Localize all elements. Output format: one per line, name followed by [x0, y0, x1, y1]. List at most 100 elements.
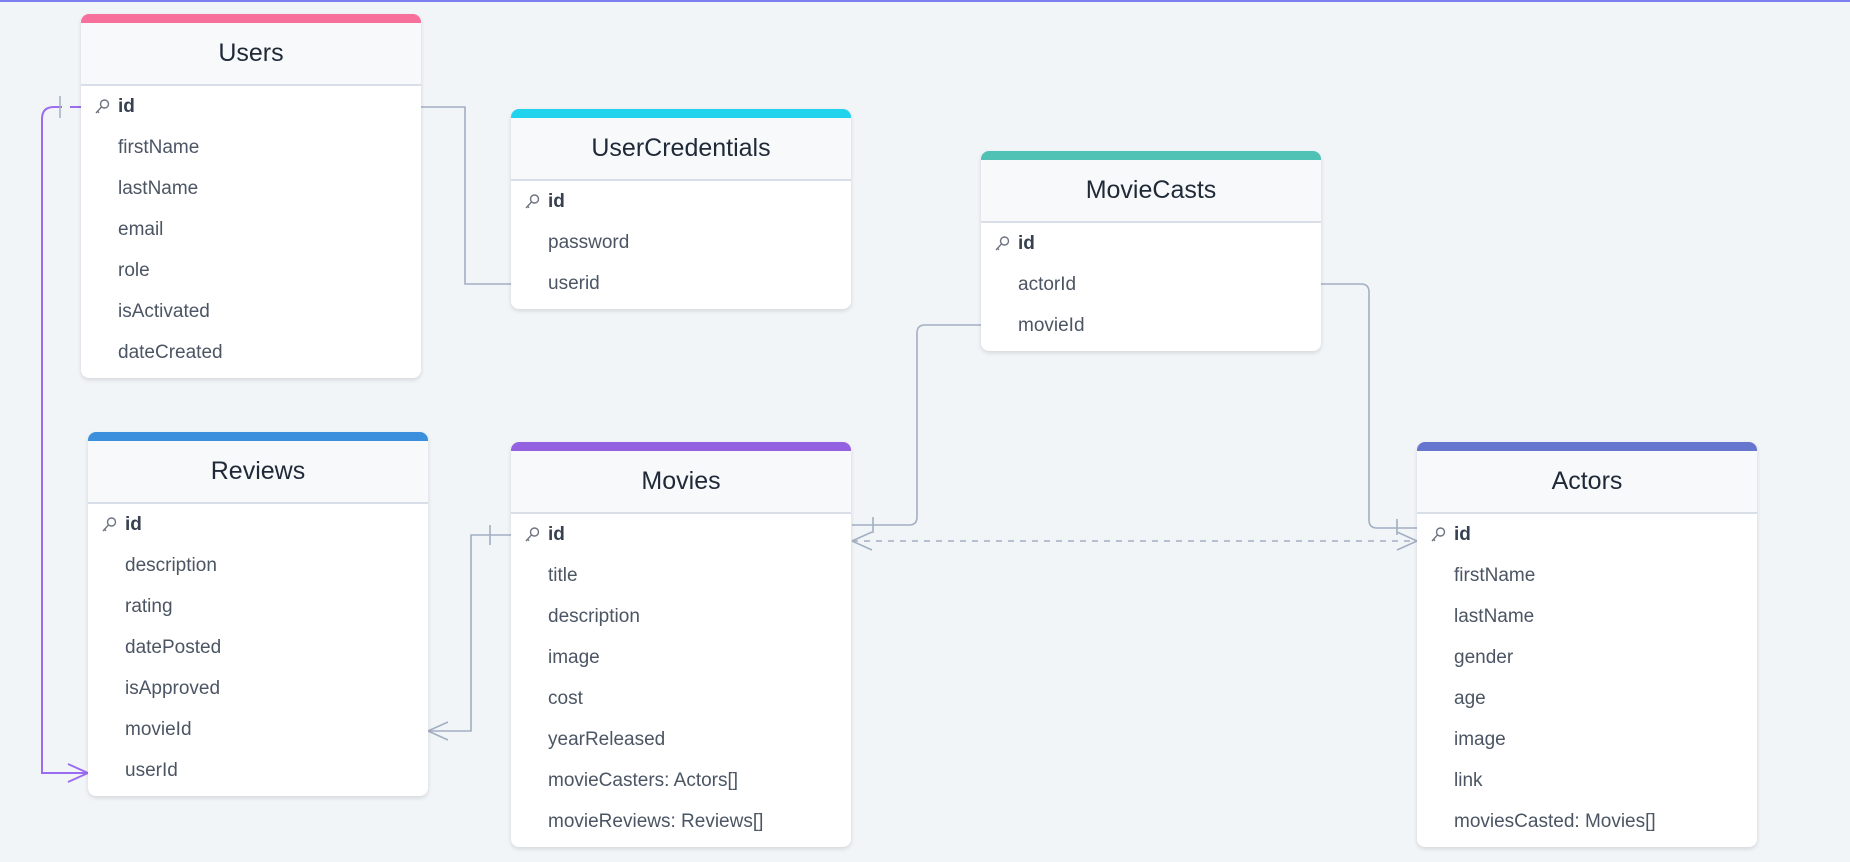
table-field[interactable]: cost	[511, 678, 851, 719]
table-color-bar	[81, 14, 421, 23]
key-icon	[93, 98, 111, 116]
table-color-bar	[1417, 442, 1757, 451]
field-name: email	[118, 218, 164, 240]
table-field[interactable]: password	[511, 222, 851, 263]
key-icon	[523, 526, 541, 544]
field-name: description	[125, 554, 217, 576]
table-field[interactable]: id	[88, 504, 428, 545]
table-field[interactable]: email	[81, 209, 421, 250]
table-field[interactable]: lastName	[81, 168, 421, 209]
table-field[interactable]: id	[1417, 514, 1757, 555]
field-name: id	[118, 95, 135, 117]
table-field[interactable]: lastName	[1417, 596, 1757, 637]
field-name: datePosted	[125, 636, 222, 658]
link-reviews-movies	[428, 534, 511, 732]
table-field[interactable]: userid	[511, 263, 851, 304]
table-field[interactable]: moviesCasted: Movies[]	[1417, 801, 1757, 842]
field-name: dateCreated	[118, 341, 223, 363]
table-title[interactable]: Users	[81, 23, 421, 86]
key-icon	[523, 193, 541, 211]
field-name: yearReleased	[548, 728, 666, 750]
key-icon	[100, 516, 118, 534]
field-name: password	[548, 231, 630, 253]
table-field[interactable]: userId	[88, 750, 428, 791]
field-name: movieCasters: Actors[]	[548, 769, 739, 791]
field-name: cost	[548, 687, 583, 709]
field-name: userId	[125, 759, 178, 781]
field-name: id	[1018, 232, 1035, 254]
field-name: rating	[125, 595, 173, 617]
field-name: id	[548, 523, 565, 545]
table-field[interactable]: movieCasters: Actors[]	[511, 760, 851, 801]
table-field[interactable]: datePosted	[88, 627, 428, 668]
table-color-bar	[511, 442, 851, 451]
table-field[interactable]: movieId	[981, 305, 1321, 346]
table-field[interactable]: description	[511, 596, 851, 637]
table-field[interactable]: firstName	[81, 127, 421, 168]
table-title[interactable]: UserCredentials	[511, 118, 851, 181]
field-name: firstName	[1454, 564, 1536, 586]
field-name: actorId	[1018, 273, 1077, 295]
field-name: lastName	[118, 177, 199, 199]
field-name: id	[125, 513, 142, 535]
table-field[interactable]: movieId	[88, 709, 428, 750]
table-field[interactable]: image	[511, 637, 851, 678]
field-name: image	[1454, 728, 1506, 750]
table-field[interactable]: movieReviews: Reviews[]	[511, 801, 851, 842]
table-field[interactable]: link	[1417, 760, 1757, 801]
table-usercredentials[interactable]: UserCredentials id password userid	[511, 109, 851, 309]
table-moviecasts[interactable]: MovieCasts id actorId movieId	[981, 151, 1321, 351]
field-name: isApproved	[125, 677, 221, 699]
table-field[interactable]: isActivated	[81, 291, 421, 332]
table-users[interactable]: Users id firstName lastName email role isActiv…	[81, 14, 421, 378]
field-name: title	[548, 564, 578, 586]
table-field[interactable]: description	[88, 545, 428, 586]
link-users-usercredentials	[421, 106, 511, 285]
field-name: movieId	[1018, 314, 1085, 336]
field-name: image	[548, 646, 600, 668]
table-actors[interactable]: Actors id firstName lastName gender age image l…	[1417, 442, 1757, 847]
table-field[interactable]: firstName	[1417, 555, 1757, 596]
field-name: description	[548, 605, 640, 627]
table-color-bar	[981, 151, 1321, 160]
table-color-bar	[88, 432, 428, 441]
table-field[interactable]: rating	[88, 586, 428, 627]
table-title[interactable]: Reviews	[88, 441, 428, 504]
table-field[interactable]: title	[511, 555, 851, 596]
field-name: movieReviews: Reviews[]	[548, 810, 764, 832]
link-moviecasts-actors	[1320, 283, 1417, 529]
field-name: moviesCasted: Movies[]	[1454, 810, 1656, 832]
table-field[interactable]: id	[81, 86, 421, 127]
table-movies[interactable]: Movies id title description image cost yearRel…	[511, 442, 851, 847]
table-field[interactable]: isApproved	[88, 668, 428, 709]
field-name: id	[1454, 523, 1471, 545]
table-color-bar	[511, 109, 851, 118]
field-name: id	[548, 190, 565, 212]
field-name: link	[1454, 769, 1483, 791]
field-name: firstName	[118, 136, 200, 158]
field-name: lastName	[1454, 605, 1535, 627]
table-field[interactable]: id	[511, 514, 851, 555]
link-moviecasts-movies	[852, 324, 981, 526]
table-title[interactable]: Actors	[1417, 451, 1757, 514]
key-icon	[993, 235, 1011, 253]
key-icon	[1429, 526, 1447, 544]
field-name: userid	[548, 272, 600, 294]
table-field[interactable]: actorId	[981, 264, 1321, 305]
table-field[interactable]: dateCreated	[81, 332, 421, 373]
field-name: movieId	[125, 718, 192, 740]
table-field[interactable]: yearReleased	[511, 719, 851, 760]
table-title[interactable]: MovieCasts	[981, 160, 1321, 223]
field-name: age	[1454, 687, 1486, 709]
table-field[interactable]: role	[81, 250, 421, 291]
table-field[interactable]: gender	[1417, 637, 1757, 678]
table-field[interactable]: image	[1417, 719, 1757, 760]
field-name: isActivated	[118, 300, 210, 322]
table-field[interactable]: age	[1417, 678, 1757, 719]
field-name: gender	[1454, 646, 1514, 668]
field-name: role	[118, 259, 150, 281]
table-field[interactable]: id	[981, 223, 1321, 264]
table-field[interactable]: id	[511, 181, 851, 222]
table-reviews[interactable]: Reviews id description rating datePosted isAp…	[88, 432, 428, 796]
table-title[interactable]: Movies	[511, 451, 851, 514]
